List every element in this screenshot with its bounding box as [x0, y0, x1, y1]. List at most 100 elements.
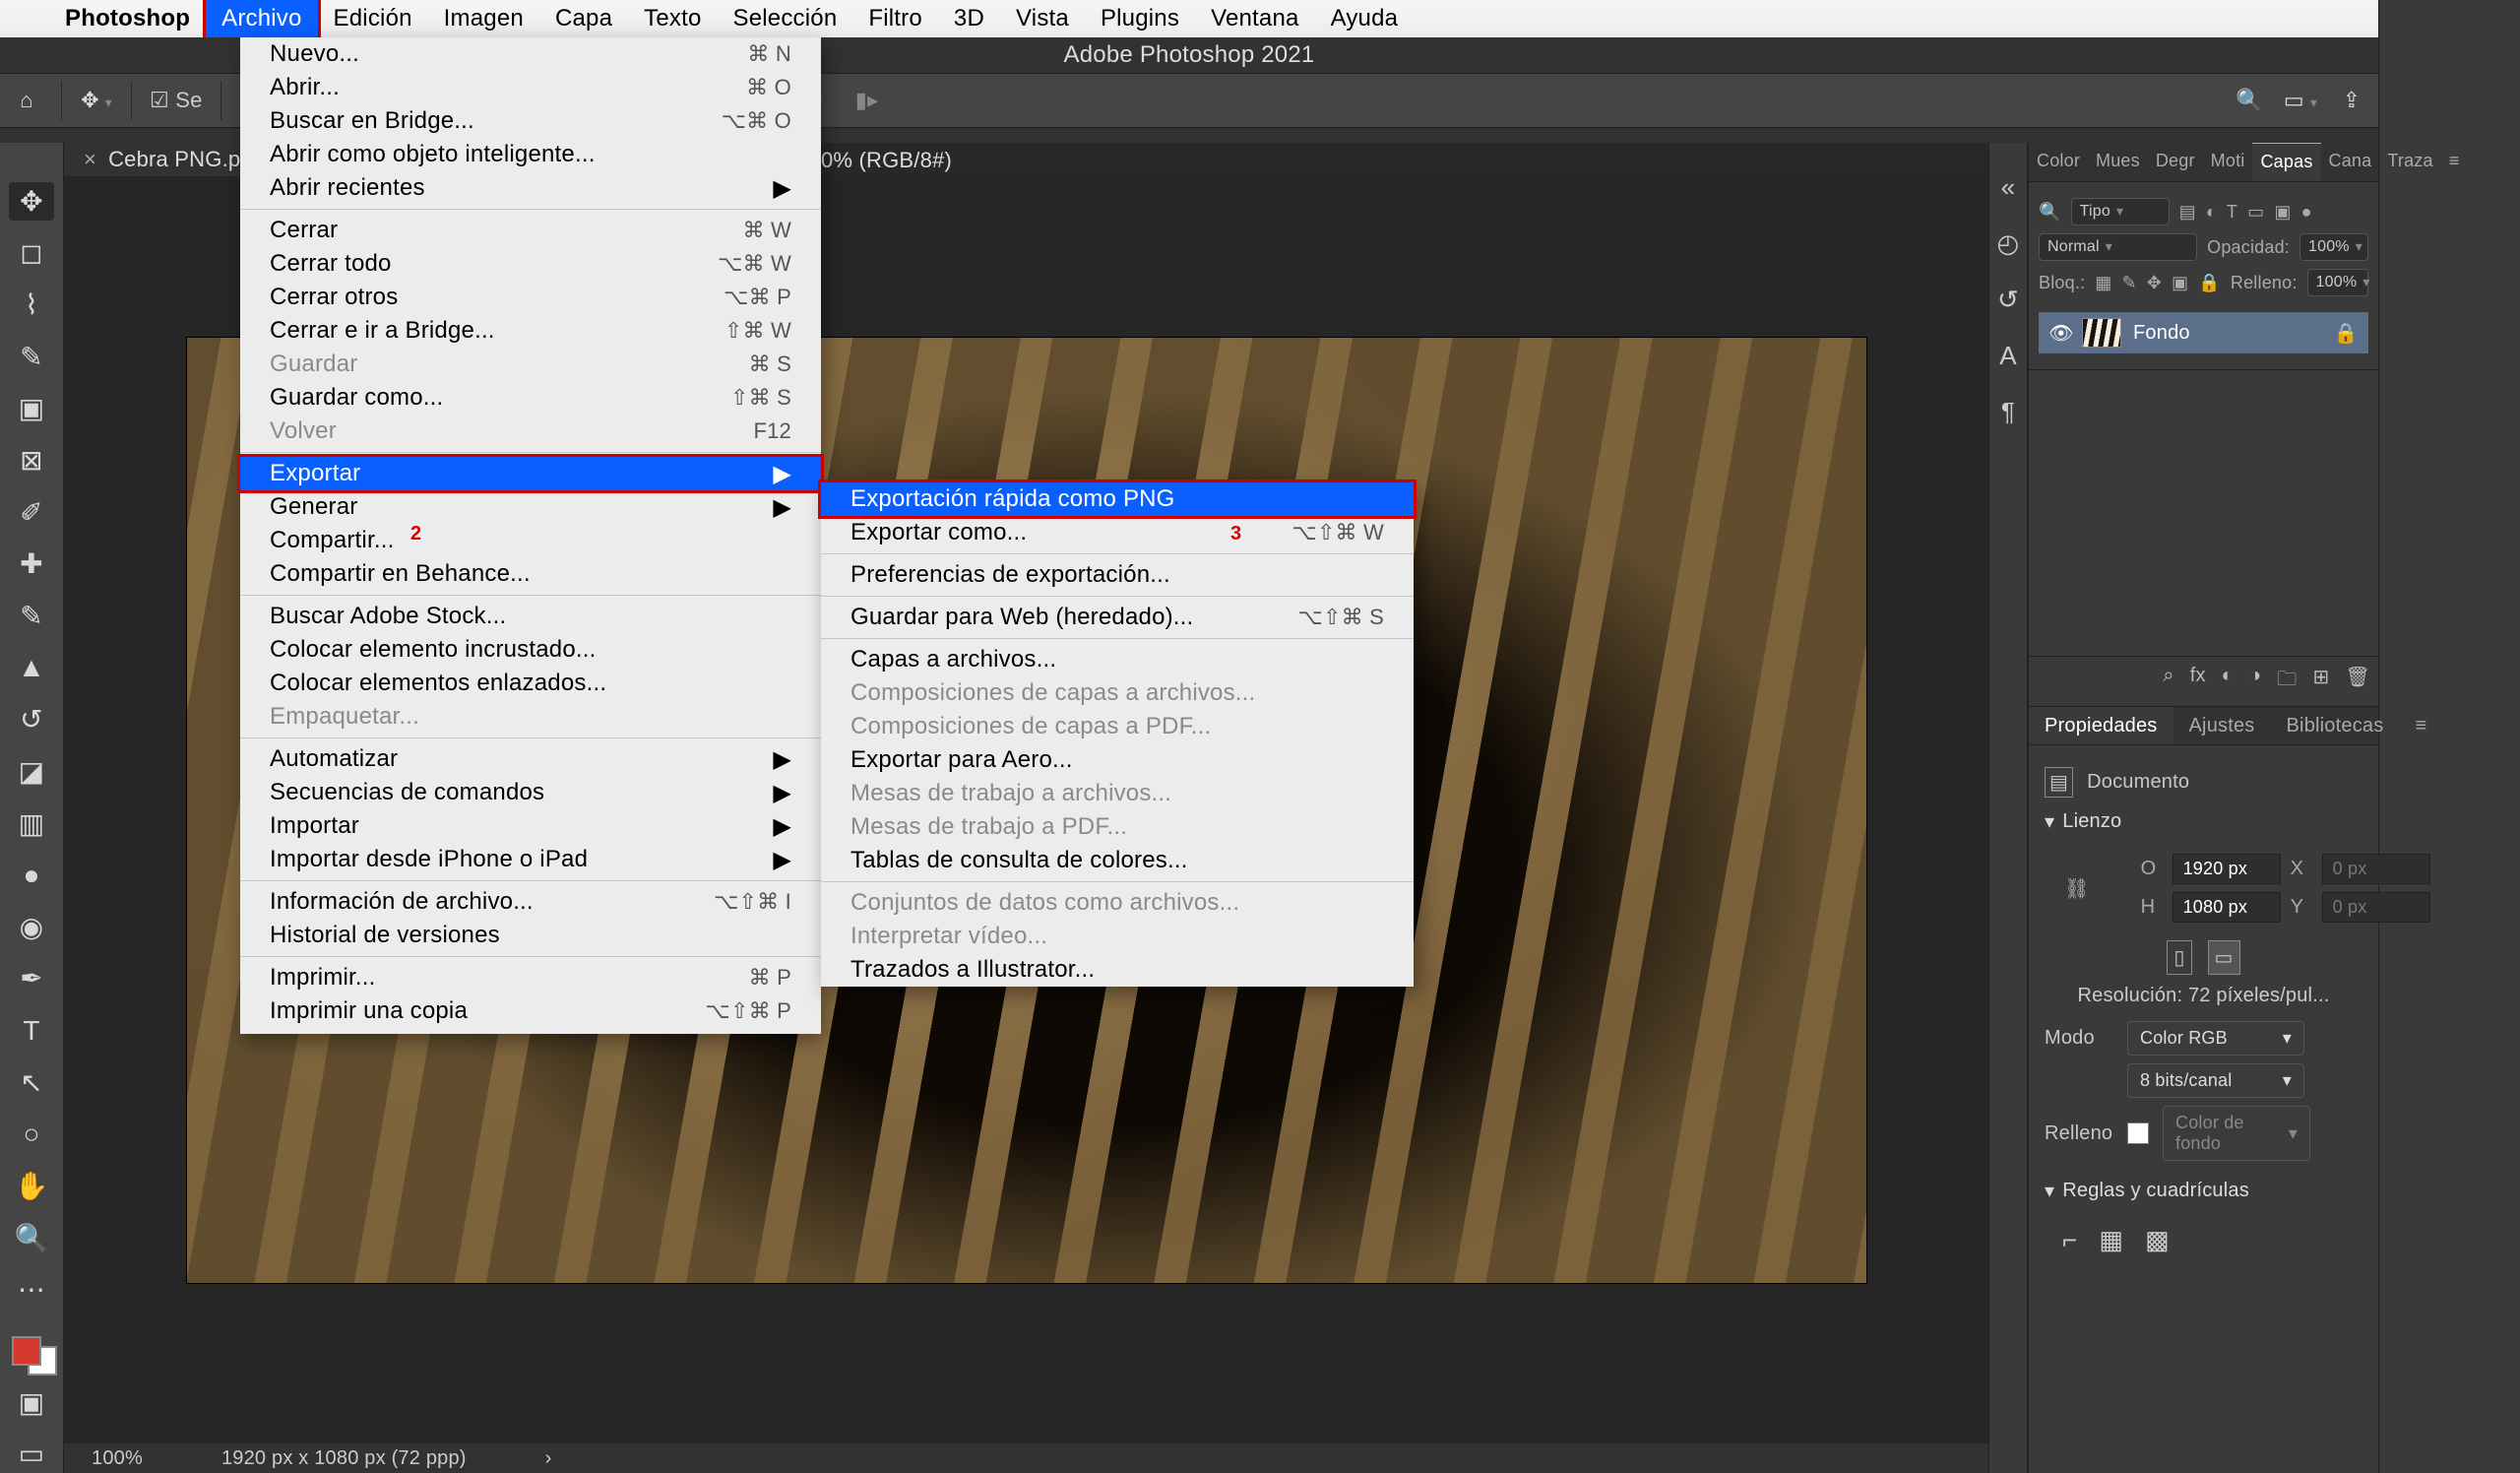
- link-dims-icon[interactable]: ⛓: [2064, 876, 2090, 901]
- menu-item[interactable]: Guardar para Web (heredado)...⌥⇧⌘ S: [821, 601, 1414, 634]
- layer-kind-select[interactable]: Tipo: [2071, 198, 2170, 225]
- bit-depth-select[interactable]: 8 bits/canal▾: [2127, 1063, 2304, 1098]
- ruler-icon[interactable]: ⌐: [2062, 1225, 2077, 1255]
- menu-archivo[interactable]: Archivo: [206, 0, 317, 37]
- panel-menu-icon[interactable]: ≡: [2399, 707, 2434, 744]
- workspace-icon[interactable]: ▭: [2284, 84, 2317, 117]
- type-tool-icon[interactable]: T: [9, 1011, 54, 1050]
- adjustments-icon[interactable]: ◴: [1997, 228, 2020, 259]
- menu-item[interactable]: Colocar elemento incrustado...: [240, 633, 821, 667]
- menu-item[interactable]: Importar desde iPhone o iPad▶: [240, 843, 821, 876]
- marquee-tool-icon[interactable]: ◻: [9, 234, 54, 273]
- bgfill-swatch[interactable]: [2127, 1122, 2149, 1144]
- gradient-tool-icon[interactable]: ▥: [9, 804, 54, 843]
- home-icon[interactable]: ⌂: [10, 84, 43, 117]
- menu-item[interactable]: Tablas de consulta de colores...: [821, 844, 1414, 877]
- menu-item[interactable]: Colocar elementos enlazados...: [240, 667, 821, 700]
- menu-ayuda[interactable]: Ayuda: [1315, 0, 1415, 37]
- x-field[interactable]: 0 px: [2322, 854, 2430, 884]
- share-icon[interactable]: ⇪: [2335, 84, 2368, 117]
- lasso-tool-icon[interactable]: ⌇: [9, 286, 54, 324]
- edit-toolbar-icon[interactable]: ⋯: [9, 1270, 54, 1309]
- blur-tool-icon[interactable]: ●: [9, 856, 54, 894]
- frame-tool-icon[interactable]: ⊠: [9, 441, 54, 480]
- history-icon[interactable]: ↺: [1997, 285, 2019, 315]
- menu-plugins[interactable]: Plugins: [1085, 0, 1195, 37]
- stamp-tool-icon[interactable]: ▲: [9, 649, 54, 687]
- menu-item[interactable]: Imprimir una copia⌥⇧⌘ P: [240, 994, 821, 1028]
- app-name[interactable]: Photoshop: [49, 5, 206, 32]
- menu-item[interactable]: Preferencias de exportación...: [821, 558, 1414, 592]
- menu-filtro[interactable]: Filtro: [852, 0, 938, 37]
- tab-layers[interactable]: Capas: [2252, 143, 2320, 181]
- crop-tool-icon[interactable]: ▣: [9, 390, 54, 428]
- new-layer-icon[interactable]: ⊞: [2312, 665, 2329, 698]
- collapse-chevrons-icon[interactable]: «: [2001, 172, 2016, 203]
- orient-land-icon[interactable]: ▭: [2208, 940, 2240, 975]
- filter-adj-icon[interactable]: ◐: [2206, 202, 2217, 223]
- menu-item[interactable]: Información de archivo...⌥⇧⌘ I: [240, 885, 821, 919]
- menu-capa[interactable]: Capa: [539, 0, 628, 37]
- trash-icon[interactable]: 🗑: [2345, 665, 2370, 698]
- panel-menu-icon[interactable]: ≡: [2441, 143, 2468, 181]
- menu-item[interactable]: Trazados a Illustrator...: [821, 953, 1414, 987]
- eraser-tool-icon[interactable]: ◪: [9, 752, 54, 791]
- hand-tool-icon[interactable]: ✋: [9, 1167, 54, 1205]
- lock-artboard-icon[interactable]: ▣: [2172, 273, 2188, 293]
- bgfill-select[interactable]: Color de fondo▾: [2163, 1106, 2310, 1161]
- filter-toggle-icon[interactable]: ●: [2301, 202, 2312, 223]
- shape-tool-icon[interactable]: ○: [9, 1116, 54, 1154]
- blend-mode-select[interactable]: Normal: [2039, 233, 2197, 261]
- tab-swatch[interactable]: Mues: [2088, 143, 2148, 181]
- fx-icon[interactable]: fx: [2190, 665, 2206, 698]
- orient-port-icon[interactable]: ▯: [2167, 940, 2191, 975]
- wand-tool-icon[interactable]: ✎: [9, 338, 54, 376]
- menu-item[interactable]: Capas a archivos...: [821, 643, 1414, 676]
- visibility-icon[interactable]: 👁: [2048, 321, 2070, 346]
- screenmode-icon[interactable]: ▭: [9, 1435, 54, 1473]
- y-field[interactable]: 0 px: [2322, 892, 2430, 923]
- character-icon[interactable]: A: [1999, 341, 2017, 371]
- paragraph-icon[interactable]: ¶: [2001, 397, 2015, 427]
- menu-item[interactable]: Automatizar▶: [240, 742, 821, 776]
- height-field[interactable]: 1080 px: [2173, 892, 2281, 923]
- menu-3d[interactable]: 3D: [938, 0, 1000, 37]
- chevron-down-icon[interactable]: ▾: [2045, 1179, 2054, 1203]
- document-dims[interactable]: 1920 px x 1080 px (72 ppp): [221, 1447, 467, 1470]
- filter-type-icon[interactable]: T: [2227, 202, 2237, 223]
- menu-item[interactable]: Cerrar e ir a Bridge...⇧⌘ W: [240, 314, 821, 348]
- menu-vista[interactable]: Vista: [1000, 0, 1085, 37]
- tab-libraries[interactable]: Bibliotecas: [2271, 707, 2400, 744]
- move-tool-preset-icon[interactable]: ✥: [80, 84, 113, 117]
- menu-item[interactable]: Abrir como objeto inteligente...: [240, 138, 821, 171]
- menu-item[interactable]: Nuevo...⌘ N: [240, 37, 821, 71]
- menu-item[interactable]: Compartir...: [240, 524, 821, 557]
- status-arrow-icon[interactable]: ›: [545, 1447, 552, 1470]
- zoom-tool-icon[interactable]: 🔍: [9, 1219, 54, 1257]
- opacity-value[interactable]: 100%: [2300, 233, 2368, 261]
- menu-texto[interactable]: Texto: [628, 0, 717, 37]
- menu-item[interactable]: Secuencias de comandos▶: [240, 776, 821, 809]
- dodge-tool-icon[interactable]: ◉: [9, 908, 54, 946]
- tab-patt[interactable]: Moti: [2203, 143, 2253, 181]
- menu-item[interactable]: Exportación rápida como PNG: [821, 482, 1414, 516]
- fill-value[interactable]: 100%: [2307, 269, 2368, 296]
- menu-edicion[interactable]: Edición: [318, 0, 428, 37]
- mask-icon[interactable]: ◐: [2222, 665, 2234, 698]
- menu-item[interactable]: Exportar como...⌥⇧⌘ W: [821, 516, 1414, 549]
- width-field[interactable]: 1920 px: [2173, 854, 2281, 884]
- menu-item[interactable]: Buscar en Bridge...⌥⌘ O: [240, 104, 821, 138]
- menu-item[interactable]: Cerrar otros⌥⌘ P: [240, 281, 821, 314]
- grid-icon[interactable]: ▦: [2099, 1225, 2123, 1255]
- history-brush-tool-icon[interactable]: ↺: [9, 700, 54, 738]
- filter-smart-icon[interactable]: ▣: [2274, 202, 2291, 223]
- path-tool-icon[interactable]: ↖: [9, 1063, 54, 1102]
- move-tool-icon[interactable]: ✥: [9, 182, 54, 221]
- menu-item[interactable]: Generar▶: [240, 490, 821, 524]
- chevron-down-icon[interactable]: ▾: [2045, 809, 2054, 834]
- menu-item[interactable]: Exportar para Aero...: [821, 743, 1414, 777]
- menu-item[interactable]: Abrir...⌘ O: [240, 71, 821, 104]
- tab-color[interactable]: Color: [2029, 143, 2088, 181]
- quickmask-icon[interactable]: ▣: [9, 1383, 54, 1422]
- search-icon[interactable]: 🔍: [2233, 84, 2266, 117]
